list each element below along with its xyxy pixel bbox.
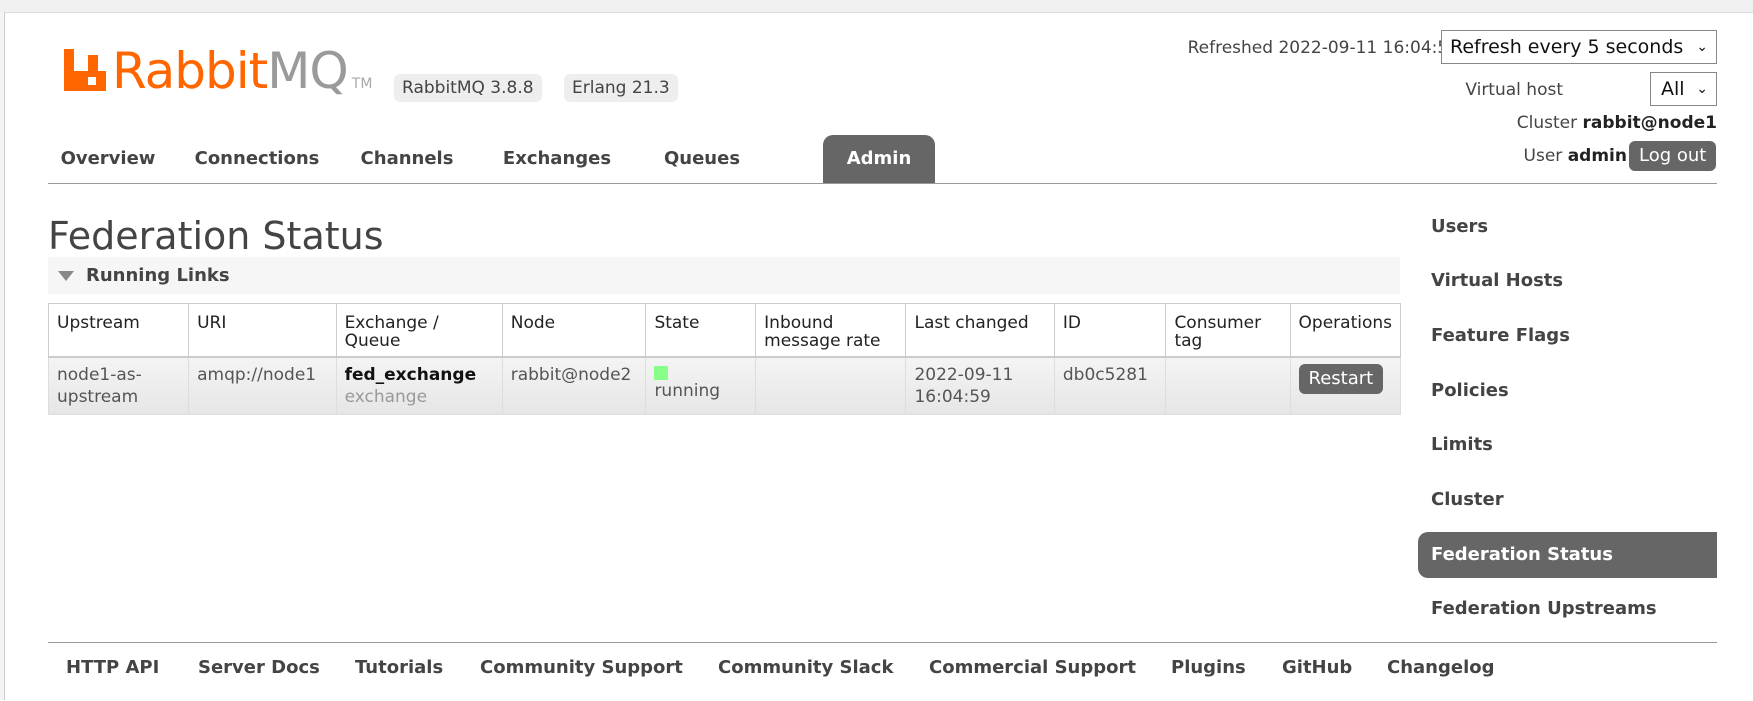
tab-channels[interactable]: Channels: [344, 135, 470, 183]
chevron-down-icon: ⌄: [1696, 81, 1708, 97]
sidebar-item-users[interactable]: Users: [1418, 204, 1717, 250]
sidebar-item-limits[interactable]: Limits: [1418, 422, 1717, 468]
sidebar-item-feature-flags[interactable]: Feature Flags: [1418, 313, 1717, 359]
column-header: State: [645, 303, 757, 358]
tab-admin[interactable]: Admin: [823, 135, 935, 183]
chevron-down-icon: ⌄: [1696, 39, 1708, 55]
state-cell: running: [645, 356, 757, 415]
browser-top-strip: [0, 0, 1753, 13]
page-title: Federation Status: [48, 214, 384, 258]
footer-link-changelog[interactable]: Changelog: [1387, 657, 1495, 678]
footer-link-community-slack[interactable]: Community Slack: [718, 657, 893, 678]
last-changed-cell: 2022-09-11 16:04:59: [905, 356, 1055, 415]
cluster-info: Cluster rabbit@node1: [1516, 113, 1717, 133]
column-header: Operations: [1289, 303, 1402, 358]
main-tabs: Overview Connections Channels Exchanges …: [48, 135, 1717, 184]
column-header: Upstream: [47, 303, 190, 358]
footer-link-tutorials[interactable]: Tutorials: [355, 657, 443, 678]
window-left-edge: [0, 12, 5, 700]
sidebar-item-cluster[interactable]: Cluster: [1418, 477, 1717, 523]
exchange-name[interactable]: fed_exchange: [345, 364, 494, 386]
section-title: Running Links: [86, 265, 230, 286]
federation-links-table: Upstream URI Exchange / Queue Node State…: [47, 303, 1402, 415]
column-header: URI: [188, 303, 337, 358]
operations-cell: Restart: [1289, 356, 1402, 415]
column-header: Node: [501, 303, 647, 358]
tab-connections[interactable]: Connections: [178, 135, 336, 183]
virtual-host-select[interactable]: All ⌄: [1650, 72, 1717, 106]
rabbitmq-version-badge: RabbitMQ 3.8.8: [394, 74, 542, 102]
state-label: running: [654, 381, 721, 401]
upstream-cell: node1-as-upstream: [47, 356, 190, 415]
virtual-host-label: Virtual host: [1465, 80, 1563, 100]
footer-link-http-api[interactable]: HTTP API: [66, 657, 159, 678]
logo-wordmark: RabbitMQ: [112, 42, 349, 100]
column-header: Last changed: [905, 303, 1055, 358]
footer-link-server-docs[interactable]: Server Docs: [198, 657, 320, 678]
inbound-rate-cell: [755, 356, 907, 415]
column-header: Consumer tag: [1165, 303, 1291, 358]
column-header: ID: [1053, 303, 1167, 358]
footer-link-plugins[interactable]: Plugins: [1171, 657, 1246, 678]
tab-overview[interactable]: Overview: [48, 135, 168, 183]
table-header-row: Upstream URI Exchange / Queue Node State…: [47, 303, 1402, 358]
refresh-interval-select[interactable]: Refresh every 5 seconds ⌄: [1441, 30, 1717, 64]
sidebar-item-federation-upstreams[interactable]: Federation Upstreams: [1418, 586, 1717, 632]
column-header: Inbound message rate: [755, 303, 907, 358]
node-cell: rabbit@node2: [501, 356, 647, 415]
sidebar-item-policies[interactable]: Policies: [1418, 368, 1717, 414]
sidebar-item-federation-status[interactable]: Federation Status: [1418, 532, 1717, 578]
footer-link-commercial-support[interactable]: Commercial Support: [929, 657, 1136, 678]
state-running-indicator: [654, 366, 669, 380]
footer: HTTP API Server Docs Tutorials Community…: [48, 642, 1717, 701]
rabbitmq-logo-icon: [64, 49, 106, 91]
exchange-type: exchange: [344, 387, 428, 407]
refreshed-timestamp: Refreshed 2022-09-11 16:04:59: [1187, 38, 1459, 58]
tab-exchanges[interactable]: Exchanges: [482, 135, 632, 183]
uri-cell: amqp://node1: [188, 356, 337, 415]
footer-link-community-support[interactable]: Community Support: [480, 657, 683, 678]
logo-trademark: TM: [351, 76, 373, 92]
consumer-tag-cell: [1165, 356, 1291, 415]
erlang-version-badge: Erlang 21.3: [564, 74, 678, 102]
rabbitmq-logo[interactable]: RabbitMQ TM: [64, 46, 372, 96]
sidebar-item-virtual-hosts[interactable]: Virtual Hosts: [1418, 258, 1717, 304]
table-row: node1-as-upstream amqp://node1 fed_excha…: [47, 356, 1402, 415]
exchange-cell: fed_exchange exchange: [335, 356, 503, 415]
column-header: Exchange / Queue: [335, 303, 503, 358]
tab-queues[interactable]: Queues: [644, 135, 760, 183]
restart-button[interactable]: Restart: [1298, 364, 1384, 394]
id-cell: db0c5281: [1053, 356, 1167, 415]
running-links-section-toggle[interactable]: Running Links: [48, 257, 1400, 294]
cluster-name: rabbit@node1: [1582, 113, 1717, 133]
footer-link-github[interactable]: GitHub: [1282, 657, 1352, 678]
collapse-triangle-icon: [58, 271, 74, 281]
